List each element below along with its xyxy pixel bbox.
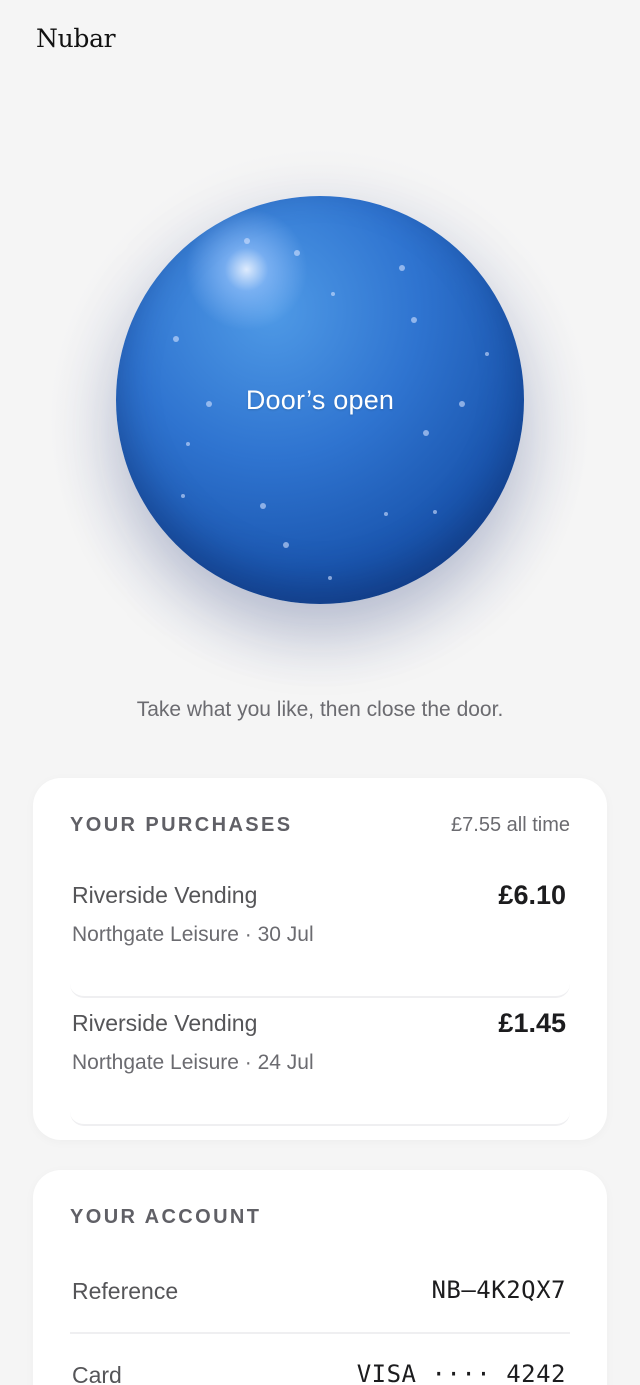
purchase-amount: £1.45 <box>498 1008 566 1038</box>
door-control: Door’s open <box>46 146 594 694</box>
speck <box>411 317 417 323</box>
card-value: VISA ···· 4242 <box>356 1360 566 1385</box>
purchase-amount: £6.10 <box>498 880 566 910</box>
purchases-header: YOUR PURCHASES £7.55 all time <box>70 814 570 837</box>
speck <box>485 352 489 356</box>
account-header: YOUR ACCOUNT <box>70 1206 570 1229</box>
speck <box>181 494 185 498</box>
purchases-title: YOUR PURCHASES <box>70 814 293 836</box>
speck <box>328 576 332 580</box>
purchases-total: £7.55 all time <box>451 814 570 836</box>
speck <box>384 512 388 516</box>
speck <box>294 250 300 256</box>
account-row-card[interactable]: Card VISA ···· 4242 <box>70 1338 570 1385</box>
speck <box>399 265 405 271</box>
speck <box>206 401 212 407</box>
purchase-item[interactable]: Riverside Vending Northgate Leisure · 24… <box>70 998 570 1126</box>
door-status-label: Door’s open <box>245 384 395 415</box>
purchase-merchant: Riverside Vending <box>72 882 258 908</box>
speck <box>260 503 266 509</box>
purchase-location-date: Northgate Leisure · 24 Jul <box>72 1051 314 1074</box>
purchase-location-date: Northgate Leisure · 30 Jul <box>72 923 314 946</box>
speck <box>423 430 429 436</box>
purchases-card: YOUR PURCHASES £7.55 all time Riverside … <box>33 778 607 1140</box>
speck <box>186 442 190 446</box>
reference-value: NB–4K2QX7 <box>431 1276 566 1304</box>
door-hint-text: Take what you like, then close the door. <box>136 698 504 721</box>
account-title: YOUR ACCOUNT <box>70 1206 262 1228</box>
speck <box>433 510 437 514</box>
purchase-item[interactable]: Riverside Vending Northgate Leisure · 30… <box>70 870 570 998</box>
speck <box>244 238 250 244</box>
speck <box>459 401 465 407</box>
account-card: YOUR ACCOUNT Reference NB–4K2QX7 Card VI… <box>33 1170 607 1385</box>
speck <box>173 336 179 342</box>
speck <box>331 292 335 296</box>
account-row-reference: Reference NB–4K2QX7 <box>70 1254 570 1334</box>
card-label: Card <box>72 1362 122 1385</box>
purchase-merchant: Riverside Vending <box>72 1010 258 1036</box>
speck <box>283 542 289 548</box>
brand-logo: Nubar <box>36 24 116 53</box>
door-open-button[interactable]: Door’s open <box>116 196 524 604</box>
app-screen: Nubar Door’s open Take what you like, th… <box>0 0 640 1385</box>
reference-label: Reference <box>72 1278 179 1304</box>
